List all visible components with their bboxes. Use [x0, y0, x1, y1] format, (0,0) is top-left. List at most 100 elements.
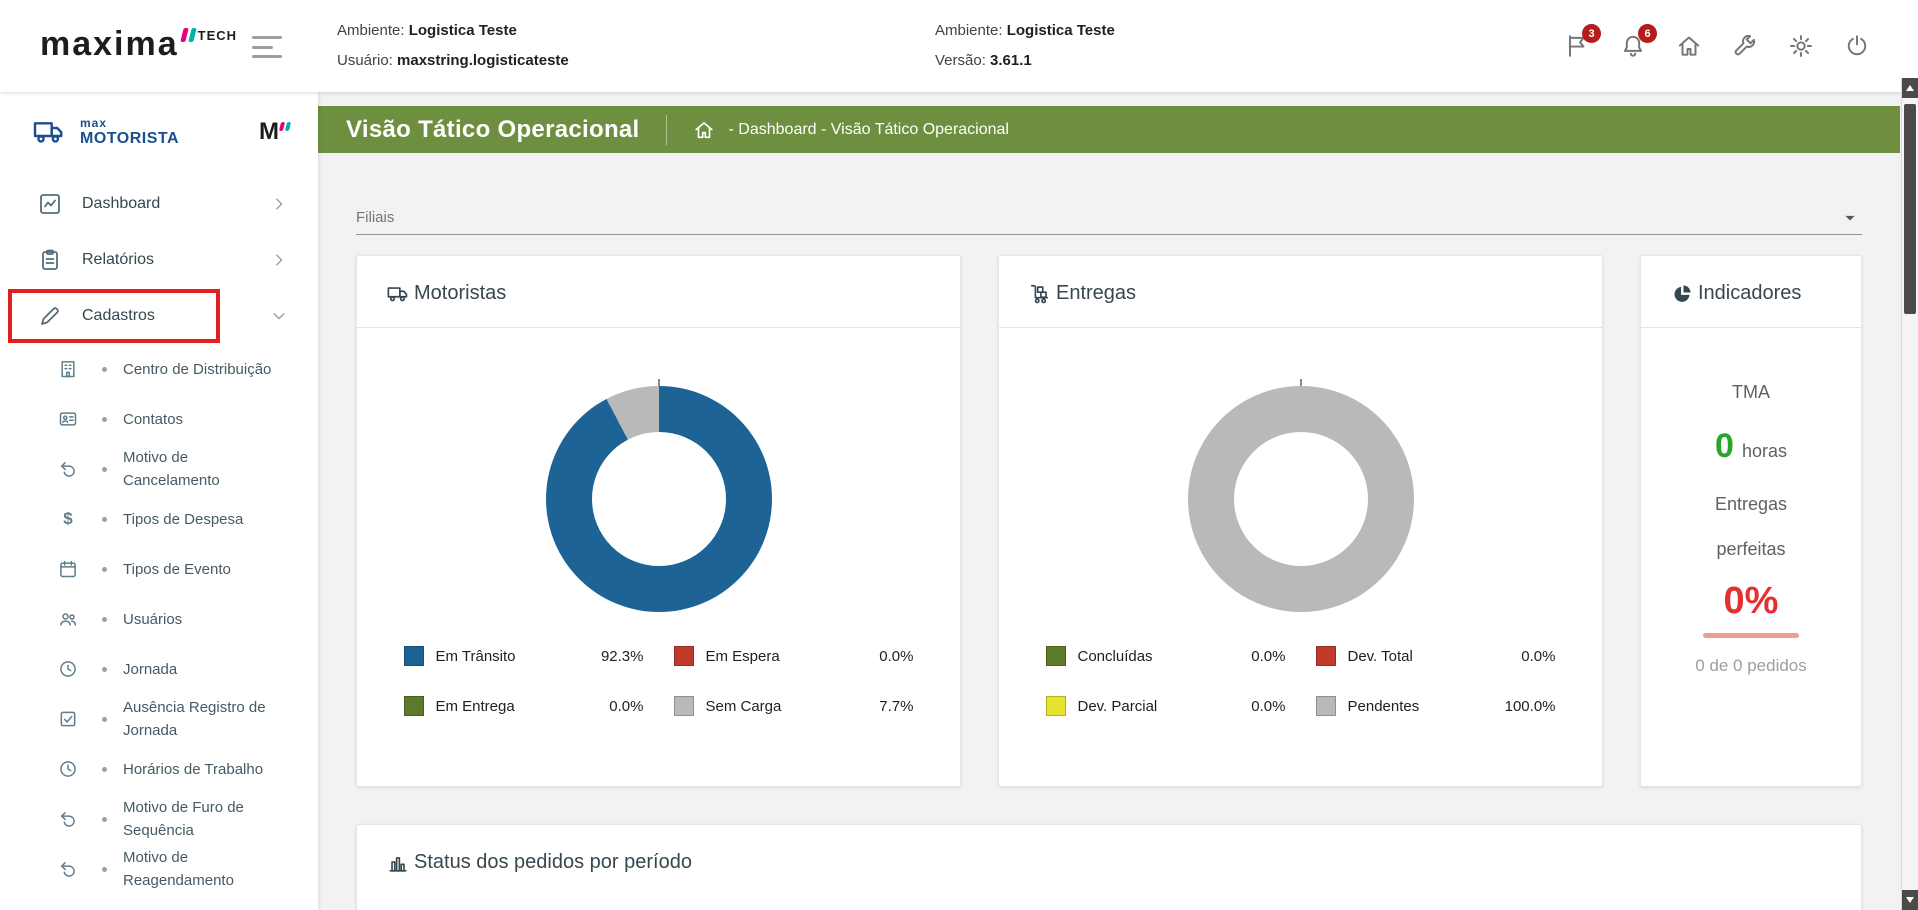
- bullet-dot: [102, 466, 107, 472]
- dashboard-chart-icon: [38, 192, 62, 216]
- page-header-bar: Visão Tático Operacional - Dashboard - V…: [318, 106, 1900, 153]
- vertical-scrollbar[interactable]: [1901, 78, 1918, 910]
- legend-label: Em Trânsito: [435, 647, 516, 665]
- notifications-button[interactable]: 6: [1620, 24, 1657, 59]
- legend-value: 7.7%: [879, 697, 914, 715]
- legend-value: 0.0%: [879, 647, 914, 665]
- indicadores-card: Indicadores TMA 0 horas Entregas perfeit…: [1640, 255, 1862, 787]
- sidebar-subitem-jornada[interactable]: Jornada: [0, 644, 318, 694]
- legend-swatch: [403, 646, 424, 666]
- header-actions: 3 6: [1564, 0, 1870, 92]
- divider: [665, 114, 667, 145]
- maximatech-logo[interactable]: maxima TECH: [40, 24, 237, 64]
- legend-label: Concluídas: [1077, 647, 1153, 665]
- announcements-badge: 3: [1582, 24, 1601, 43]
- legend-value: 0.0%: [609, 697, 644, 715]
- truck-logo-icon: [28, 116, 70, 148]
- sidebar-subitem-label: Horários de Trabalho: [123, 760, 264, 778]
- page-title: Visão Tático Operacional: [346, 115, 640, 143]
- undo-icon: [58, 459, 78, 479]
- home-button[interactable]: [1676, 33, 1702, 59]
- breadcrumb-home-icon[interactable]: [693, 119, 715, 141]
- sidebar-subitem-motivo-de-cancelamento[interactable]: Motivo de Cancelamento: [0, 444, 318, 494]
- bullet-dot: [102, 366, 107, 372]
- bullet-dot: [102, 516, 107, 522]
- tma-hours: 0 horas: [1715, 427, 1787, 466]
- undo-icon: [58, 859, 78, 879]
- sidebar-item-label: Dashboard: [82, 195, 161, 212]
- legend-swatch: [403, 696, 424, 716]
- settings-button[interactable]: [1788, 33, 1814, 59]
- motoristas-legend: Em Trânsito 92.3% Em Espera 0.0% Em Entrega 0…: [357, 646, 960, 716]
- card-title-motoristas: Motoristas: [414, 282, 507, 304]
- sidebar-item-dashboard[interactable]: Dashboard: [0, 176, 318, 232]
- sidebar-subitem-motivo-de-reagendamento[interactable]: Motivo de Reagendamento: [0, 844, 318, 894]
- pencil-icon: [38, 304, 62, 328]
- sidebar-item-label: Relatórios: [82, 251, 155, 268]
- building-icon: [58, 359, 78, 379]
- sidebar-toggle-button[interactable]: [252, 36, 282, 58]
- caret-down-icon: [1840, 208, 1860, 228]
- sidebar-subitem-visao-painel[interactable]: Visão Painel: [0, 894, 318, 910]
- home-icon: [1676, 33, 1702, 59]
- sidebar-subitem-label: Motivo de Reagendamento: [123, 849, 234, 889]
- logout-button[interactable]: [1844, 33, 1870, 59]
- sidebar-subitem-label: Contatos: [123, 410, 184, 428]
- sidebar-subitem-tipos-de-despesa[interactable]: $ Tipos de Despesa: [0, 494, 318, 544]
- tma-label: TMA: [1732, 382, 1770, 402]
- sidebar-item-relatorios[interactable]: Relatórios: [0, 232, 318, 288]
- legend-item-sem-carga: Sem Carga 7.7%: [673, 696, 914, 716]
- motoristas-donut-wrap: [545, 379, 772, 612]
- sidebar-subitem-centro-de-distribuicao[interactable]: Centro de Distribuição: [0, 344, 318, 394]
- sidebar-subitem-label: Usuários: [123, 610, 183, 628]
- sidebar-menu: Dashboard Relatórios Cadastros Centro de…: [0, 176, 318, 910]
- bullet-dot: [102, 716, 107, 722]
- sidebar-subitem-horarios-de-trabalho[interactable]: Horários de Trabalho: [0, 744, 318, 794]
- entregas-donut-wrap: [1187, 379, 1414, 612]
- clipboard-icon: [38, 248, 62, 272]
- bullet-dot: [102, 666, 107, 672]
- logo-suffix: TECH: [197, 28, 238, 43]
- brand-text: max MOTORISTA: [80, 117, 179, 148]
- bullet-dot: [102, 616, 107, 622]
- announcements-button[interactable]: 3: [1564, 24, 1601, 59]
- sidebar-subitem-label: Motivo de Furo de Sequência: [123, 799, 244, 839]
- indicadores-body: TMA 0 horas Entregas perfeitas 0% 0 de 0…: [1641, 328, 1861, 786]
- tools-button[interactable]: [1732, 33, 1758, 59]
- power-icon: [1844, 33, 1870, 59]
- sidebar-item-label: Cadastros: [82, 307, 155, 324]
- entregas-perfeitas-label-line2: perfeitas: [1716, 539, 1786, 559]
- status-pedidos-card: Status dos pedidos por período: [356, 824, 1862, 910]
- legend-item-dev-total: Dev. Total 0.0%: [1315, 646, 1556, 666]
- legend-value: 0.0%: [1251, 647, 1286, 665]
- breadcrumb: - Dashboard - Visão Tático Operacional: [728, 120, 1009, 138]
- scroll-down-button[interactable]: [1902, 890, 1918, 910]
- truck-icon: [387, 283, 409, 305]
- filiais-label: Filiais: [356, 209, 395, 226]
- legend-swatch: [1045, 646, 1066, 666]
- sidebar-item-cadastros[interactable]: Cadastros: [0, 288, 318, 344]
- sidebar-subitem-ausencia-registro-de-jornada[interactable]: Ausência Registro de Jornada: [0, 694, 318, 744]
- status-card-header: Status dos pedidos por período: [357, 825, 1861, 896]
- legend-swatch: [673, 646, 694, 666]
- sidebar-subitem-label: Tipos de Evento: [123, 560, 231, 578]
- ambiente-label-2: Ambiente:: [935, 22, 1003, 39]
- scroll-up-button[interactable]: [1902, 78, 1918, 98]
- legend-item-em-espera: Em Espera 0.0%: [673, 646, 914, 666]
- legend-item-em-entrega: Em Entrega 0.0%: [403, 696, 644, 716]
- legend-label: Pendentes: [1347, 697, 1420, 715]
- scrollbar-thumb[interactable]: [1904, 104, 1916, 314]
- sidebar-subitem-usuarios[interactable]: Usuários: [0, 594, 318, 644]
- legend-swatch: [1315, 646, 1336, 666]
- ambiente-value-2: Logistica Teste: [1006, 22, 1115, 39]
- perfect-deliveries-percent: 0%: [1723, 580, 1779, 622]
- chevron-right-icon: [270, 195, 288, 213]
- sidebar-subitem-contatos[interactable]: Contatos: [0, 394, 318, 444]
- ambiente-label: Ambiente:: [337, 22, 405, 39]
- pie-chart-icon: [1671, 283, 1693, 305]
- sidebar-subitem-motivo-de-furo-de-sequencia[interactable]: Motivo de Furo de Sequência: [0, 794, 318, 844]
- legend-swatch: [1315, 696, 1336, 716]
- filiais-select[interactable]: Filiais: [356, 201, 1862, 235]
- dolly-icon: [1029, 283, 1051, 305]
- sidebar-subitem-tipos-de-evento[interactable]: Tipos de Evento: [0, 544, 318, 594]
